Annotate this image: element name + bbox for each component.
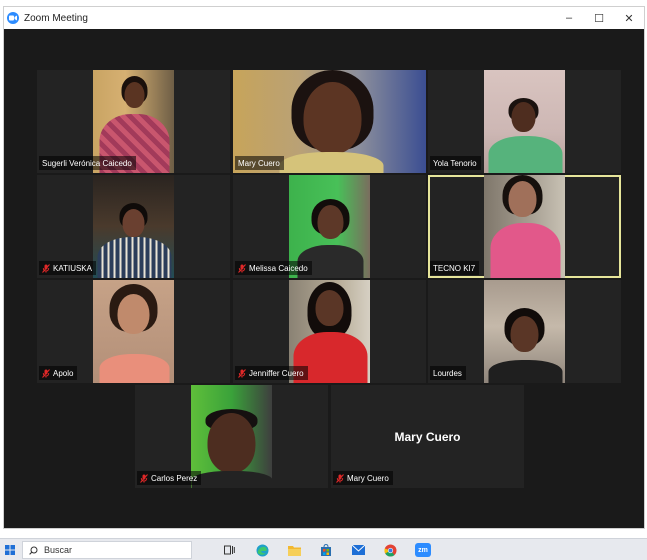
participant-tile[interactable]: Mary Cuero <box>233 70 426 173</box>
participant-video <box>93 280 174 383</box>
chrome-icon[interactable] <box>382 542 398 558</box>
participant-tile[interactable]: Yola Tenorio <box>428 70 621 173</box>
search-input[interactable] <box>44 545 164 555</box>
participant-tile[interactable]: Jenniffer Cuero <box>233 280 426 383</box>
close-button[interactable]: ✕ <box>614 7 644 29</box>
participant-tile-video-off[interactable]: Mary Cuero Mary Cuero <box>331 385 524 488</box>
muted-mic-icon <box>140 473 148 483</box>
participant-name-tag: Lourdes <box>430 366 466 380</box>
participant-video <box>484 280 565 383</box>
task-view-icon[interactable] <box>222 542 236 558</box>
edge-icon[interactable] <box>254 542 270 558</box>
participant-tile[interactable]: Melissa Caicedo <box>233 175 426 278</box>
muted-mic-icon <box>238 368 246 378</box>
zoom-icon-label: zm <box>415 543 431 557</box>
zoom-meeting-window: Zoom Meeting – ☐ ✕ Sugerli Verónica Caic… <box>3 6 645 529</box>
maximize-button[interactable]: ☐ <box>584 7 614 29</box>
participant-name-tag: Carlos Perez <box>137 471 202 485</box>
participant-tile[interactable]: Apolo <box>37 280 230 383</box>
participant-name-tag: Jenniffer Cuero <box>235 366 308 380</box>
participant-name-tag: Melissa Caicedo <box>235 261 312 275</box>
participant-name-tag: Mary Cuero <box>333 471 393 485</box>
participant-video <box>93 175 174 278</box>
muted-mic-icon <box>42 368 50 378</box>
participant-tile[interactable]: Sugerli Verónica Caicedo <box>37 70 230 173</box>
search-icon <box>29 546 38 555</box>
muted-mic-icon <box>42 263 50 273</box>
participant-name-tag: Mary Cuero <box>235 156 284 170</box>
participant-name-tag: Sugerli Verónica Caicedo <box>39 156 136 170</box>
participant-video <box>484 175 565 278</box>
participant-name-tag: TECNO KI7 <box>430 261 480 275</box>
store-icon[interactable] <box>318 542 334 558</box>
participant-name-tag: KATIUSKA <box>39 261 96 275</box>
title-bar[interactable]: Zoom Meeting – ☐ ✕ <box>4 7 644 29</box>
participant-display-name: Mary Cuero <box>394 430 461 444</box>
participant-tile[interactable]: KATIUSKA <box>37 175 230 278</box>
minimize-button[interactable]: – <box>554 7 584 29</box>
zoom-icon[interactable]: zm <box>414 542 432 558</box>
windows-taskbar: zm <box>0 538 647 560</box>
start-icon[interactable] <box>3 542 17 558</box>
participant-name-tag: Apolo <box>39 366 78 380</box>
participant-tile[interactable]: Lourdes <box>428 280 621 383</box>
window-title: Zoom Meeting <box>24 12 88 24</box>
muted-mic-icon <box>336 473 344 483</box>
participant-video <box>191 385 272 488</box>
muted-mic-icon <box>238 263 246 273</box>
participant-name-tag: Yola Tenorio <box>430 156 481 170</box>
participant-tile[interactable]: Carlos Perez <box>135 385 328 488</box>
participant-video <box>484 70 565 173</box>
participant-tile-active-speaker[interactable]: TECNO KI7 <box>428 175 621 278</box>
mail-icon[interactable] <box>350 542 366 558</box>
taskbar-search[interactable] <box>22 541 192 559</box>
file-explorer-icon[interactable] <box>286 542 302 558</box>
zoom-app-icon <box>7 12 19 24</box>
